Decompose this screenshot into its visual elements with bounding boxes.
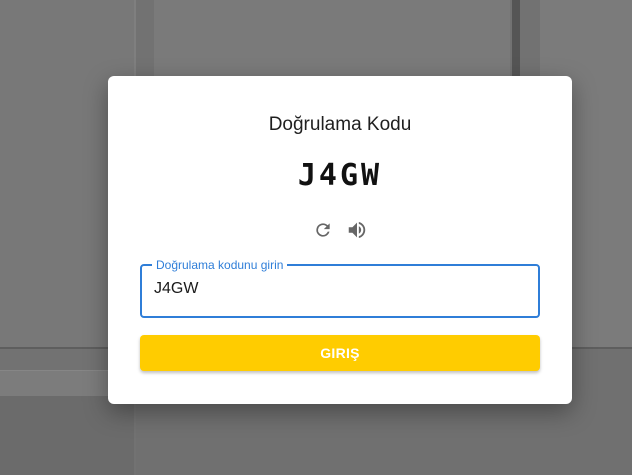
dialog-title: Doğrulama Kodu — [268, 114, 412, 135]
background-lower-left — [0, 396, 134, 475]
captcha-dialog: Doğrulama Kodu J4GW Doğrulama kodunu gir… — [108, 76, 572, 404]
captcha-code: J4GW — [297, 158, 383, 193]
captcha-input-label: Doğrulama kodunu girin — [152, 258, 288, 272]
speaker-icon[interactable] — [345, 218, 369, 242]
captcha-input[interactable] — [154, 280, 524, 298]
login-button[interactable]: GIRIŞ — [140, 335, 540, 371]
captcha-actions — [108, 218, 572, 242]
background-divider — [512, 0, 520, 78]
captcha-input-field: Doğrulama kodunu girin — [140, 258, 540, 318]
refresh-icon[interactable] — [311, 218, 335, 242]
